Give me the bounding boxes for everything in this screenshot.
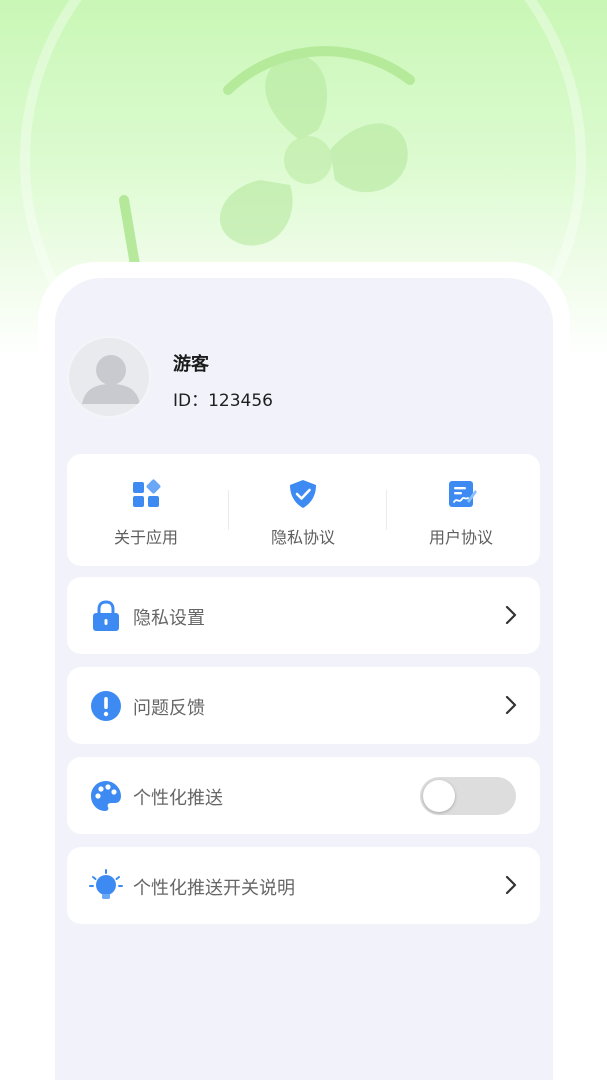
privacy-settings-row[interactable]: 隐私设置	[67, 577, 540, 654]
user-id: ID：123456	[173, 391, 273, 411]
lock-icon	[93, 600, 119, 631]
feedback-row[interactable]: 问题反馈	[67, 667, 540, 744]
palette-icon	[91, 781, 121, 811]
default-user-icon	[82, 355, 140, 404]
about-app-label: 关于应用	[113, 528, 178, 547]
user-agreement-button[interactable]: 用户协议	[382, 454, 540, 566]
chevron-right-icon	[505, 605, 517, 625]
personalized-push-row: 个性化推送	[67, 757, 540, 834]
push-explanation-label: 个性化推送开关说明	[133, 878, 295, 899]
about-app-button[interactable]: 关于应用	[67, 454, 225, 566]
chevron-right-icon	[505, 695, 517, 715]
quick-actions-card: 关于应用 隐私协议 用户协议	[67, 454, 540, 566]
toggle-knob	[423, 780, 455, 812]
personalized-push-toggle[interactable]	[420, 777, 516, 815]
push-explanation-row[interactable]: 个性化推送开关说明	[67, 847, 540, 924]
user-name: 游客	[173, 354, 209, 375]
document-edit-icon	[449, 481, 477, 507]
privacy-policy-button[interactable]: 隐私协议	[224, 454, 382, 566]
lightbulb-icon	[89, 869, 123, 899]
shield-check-icon	[290, 480, 316, 508]
chevron-right-icon	[505, 875, 517, 895]
avatar[interactable]	[67, 336, 151, 418]
personalized-push-label: 个性化推送	[133, 788, 223, 809]
privacy-settings-label: 隐私设置	[133, 608, 205, 629]
feedback-label: 问题反馈	[133, 698, 205, 719]
user-agreement-label: 用户协议	[428, 528, 493, 547]
grid-apps-icon	[133, 479, 161, 507]
user-profile[interactable]: 游客 ID：123456	[67, 336, 467, 418]
privacy-policy-label: 隐私协议	[270, 528, 335, 547]
exclamation-icon	[91, 691, 121, 721]
